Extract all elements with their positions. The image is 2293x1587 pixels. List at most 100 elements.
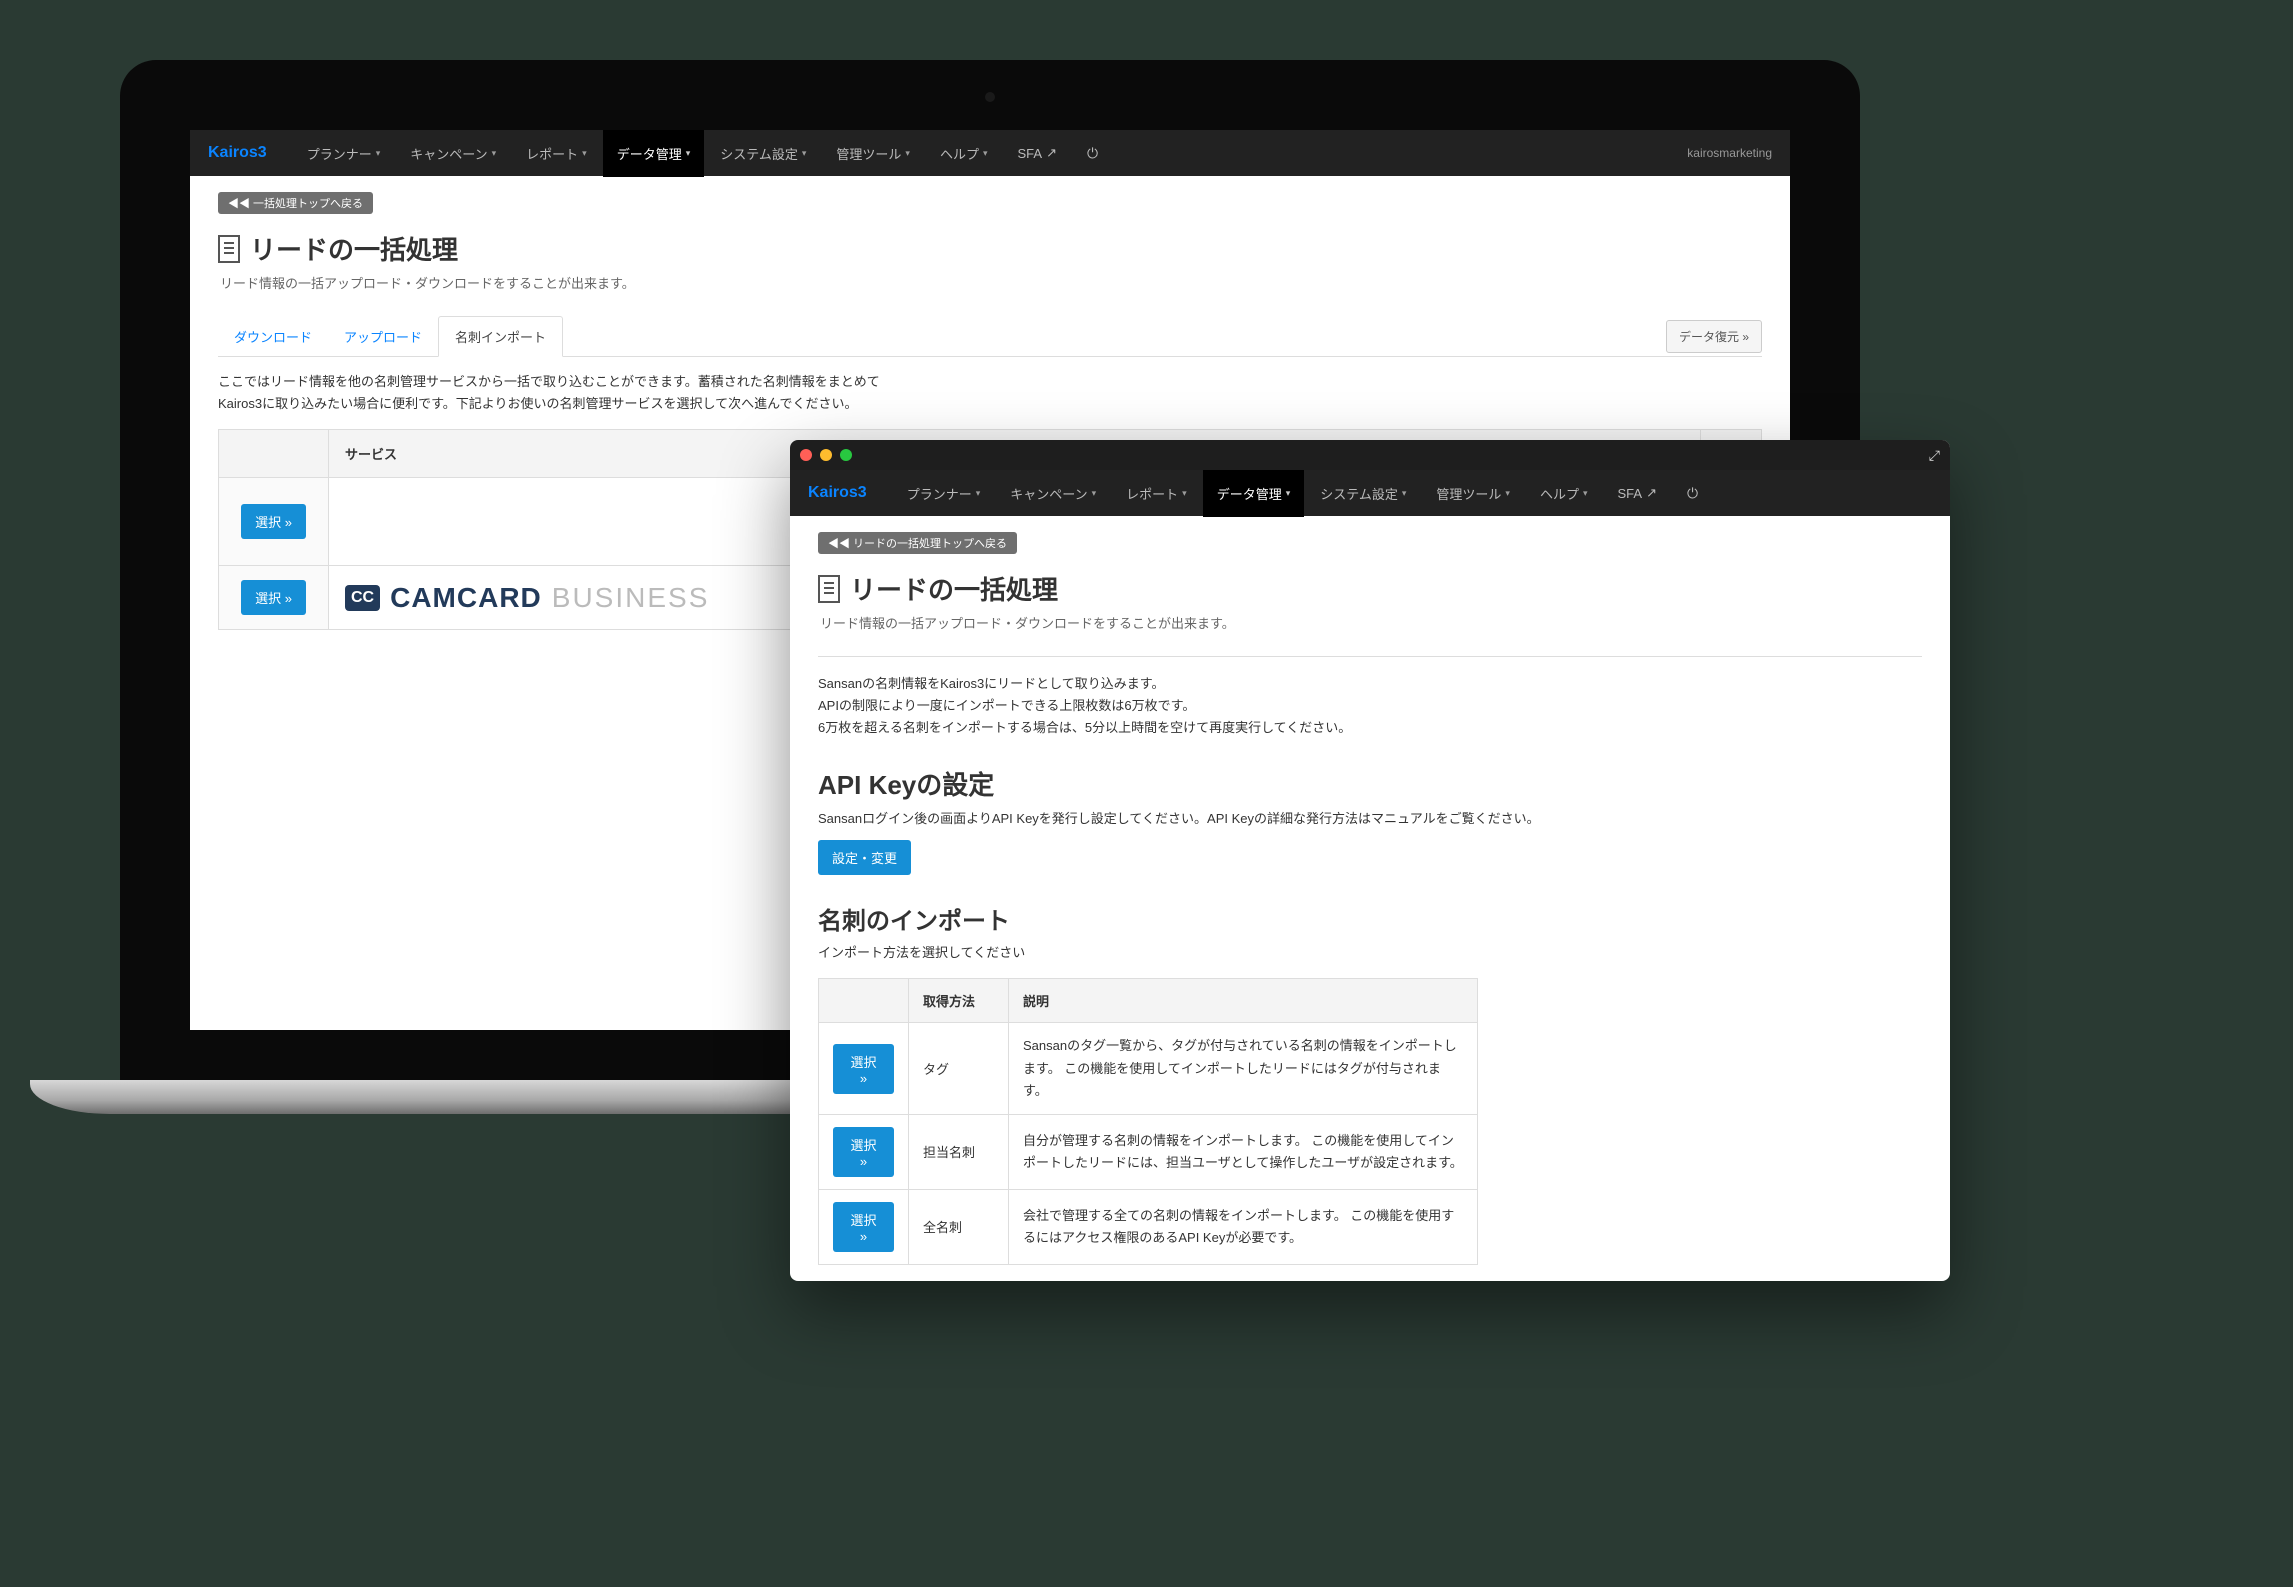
th-desc: 説明 bbox=[1009, 979, 1478, 1023]
external-link-icon: ↗ bbox=[1646, 485, 1657, 501]
nav-label: プランナー bbox=[307, 144, 372, 163]
chevron-down-icon: ▾ bbox=[976, 488, 981, 499]
tab-upload[interactable]: アップロード bbox=[328, 317, 438, 356]
import-heading: 名刺のインポート bbox=[818, 901, 1922, 936]
nav-report[interactable]: レポート ▾ bbox=[512, 130, 601, 177]
chevron-down-icon: ▾ bbox=[983, 148, 988, 159]
document-icon bbox=[818, 575, 840, 603]
nav-label: キャンペーン bbox=[1010, 484, 1087, 503]
nav-label: 管理ツール bbox=[836, 144, 901, 163]
cc-main: CAMCARD bbox=[390, 582, 542, 614]
divider bbox=[818, 656, 1922, 657]
minimize-icon[interactable] bbox=[820, 449, 832, 461]
notice-line: APIの制限により一度にインポートできる上限枚数は6万枚です。 bbox=[818, 695, 1922, 717]
nav-admin-tools[interactable]: 管理ツール ▾ bbox=[1422, 470, 1524, 517]
zoom-icon[interactable] bbox=[840, 449, 852, 461]
select-tag-button[interactable]: 選択 » bbox=[833, 1044, 894, 1094]
nav-data-mgmt[interactable]: データ管理▾ bbox=[1203, 470, 1305, 517]
notice-line: 6万枚を超える名刺をインポートする場合は、5分以上時間を空けて再度実行してくださ… bbox=[818, 717, 1922, 739]
app-content: ◀◀ リードの一括処理トップへ戻る リードの一括処理 リード情報の一括アップロー… bbox=[790, 516, 1950, 1281]
page-title: リードの一括処理 bbox=[850, 570, 1058, 607]
select-sansan-button[interactable]: 選択 » bbox=[241, 504, 306, 539]
nav-label: システム設定 bbox=[720, 144, 798, 163]
tab-download[interactable]: ダウンロード bbox=[218, 317, 328, 356]
method-desc: 自分が管理する名刺の情報をインポートします。 この機能を使用してインポートしたリ… bbox=[1009, 1114, 1478, 1189]
nav-report[interactable]: レポート▾ bbox=[1112, 470, 1201, 517]
chevron-down-icon: ▾ bbox=[1583, 488, 1588, 499]
nav-power[interactable]: ⏻ bbox=[1073, 131, 1112, 176]
nav-help[interactable]: ヘルプ▾ bbox=[1526, 470, 1602, 517]
chevron-down-icon: ▾ bbox=[1402, 488, 1407, 499]
import-sub: インポート方法を選択してください bbox=[818, 942, 1922, 964]
nav-sfa[interactable]: SFA ↗ bbox=[1003, 131, 1070, 175]
power-icon: ⏻ bbox=[1687, 485, 1698, 502]
api-key-config-button[interactable]: 設定・変更 bbox=[818, 840, 911, 875]
nav-campaign[interactable]: キャンペーン ▾ bbox=[396, 130, 510, 177]
brand-logo[interactable]: Kairos3 bbox=[808, 484, 867, 502]
chevron-down-icon: ▾ bbox=[905, 148, 910, 159]
table-row: 選択 » 全名刺 会社で管理する全ての名刺の情報をインポートします。 この機能を… bbox=[819, 1189, 1478, 1264]
tab-bizcard-import[interactable]: 名刺インポート bbox=[438, 316, 563, 357]
select-all-button[interactable]: 選択 » bbox=[833, 1202, 894, 1252]
nav-label: 管理ツール bbox=[1436, 484, 1501, 503]
power-icon: ⏻ bbox=[1087, 145, 1098, 162]
chevron-down-icon: ▾ bbox=[1092, 488, 1097, 499]
notice-line: Sansanの名刺情報をKairos3にリードとして取り込みます。 bbox=[818, 673, 1922, 695]
tab-bar: ダウンロード アップロード 名刺インポート データ復元 » bbox=[218, 316, 1762, 357]
chevron-down-icon: ▾ bbox=[686, 148, 691, 159]
floating-window: ⤢ Kairos3 プランナー▾ キャンペーン▾ レポート▾ データ管理▾ シス… bbox=[790, 440, 1950, 1281]
traffic-lights bbox=[800, 449, 852, 461]
api-key-desc: Sansanログイン後の画面よりAPI Keyを発行し設定してください。API … bbox=[818, 808, 1922, 830]
nav-campaign[interactable]: キャンペーン ▾ bbox=[996, 470, 1110, 517]
nav-system[interactable]: システム設定 ▾ bbox=[1306, 470, 1420, 517]
brand-logo[interactable]: Kairos3 bbox=[208, 144, 267, 162]
nav-help[interactable]: ヘルプ ▾ bbox=[926, 130, 1002, 177]
expand-icon[interactable]: ⤢ bbox=[1929, 447, 1940, 464]
document-icon bbox=[218, 235, 240, 263]
table-row: 選択 » タグ Sansanのタグ一覧から、タグが付与されている名刺の情報をイン… bbox=[819, 1023, 1478, 1114]
method-name: タグ bbox=[909, 1023, 1009, 1114]
page-subtitle: リード情報の一括アップロード・ダウンロードをすることが出来ます。 bbox=[820, 613, 1922, 632]
nav-label: データ管理 bbox=[617, 144, 682, 163]
nav-label: ヘルプ bbox=[940, 144, 979, 163]
nav-label: レポート bbox=[526, 144, 578, 163]
back-link[interactable]: ◀◀ 一括処理トップへ戻る bbox=[218, 192, 373, 214]
chevron-down-icon: ▾ bbox=[1182, 488, 1187, 499]
data-restore-button[interactable]: データ復元 » bbox=[1666, 320, 1762, 353]
import-method-table: 取得方法 説明 選択 » タグ Sansanのタグ一覧から、タグが付与されている… bbox=[818, 978, 1478, 1264]
nav-label: システム設定 bbox=[1320, 484, 1398, 503]
nav-planner[interactable]: プランナー ▾ bbox=[893, 470, 995, 517]
select-owned-button[interactable]: 選択 » bbox=[833, 1127, 894, 1177]
external-link-icon: ↗ bbox=[1046, 145, 1057, 161]
nav-label: SFA bbox=[1017, 146, 1042, 161]
top-nav: Kairos3 プランナー▾ キャンペーン▾ レポート▾ データ管理▾ システム… bbox=[790, 470, 1950, 516]
nav-data-mgmt[interactable]: データ管理 ▾ bbox=[603, 130, 705, 177]
th-method: 取得方法 bbox=[909, 979, 1009, 1023]
camera-dot bbox=[985, 92, 995, 102]
select-camcard-button[interactable]: 選択 » bbox=[241, 580, 306, 615]
nav-system[interactable]: システム設定 ▾ bbox=[706, 130, 820, 177]
nav-sfa[interactable]: SFA ↗ bbox=[1603, 471, 1670, 515]
nav-label: プランナー bbox=[907, 484, 972, 503]
cc-badge: CC bbox=[345, 585, 380, 611]
top-nav: Kairos3 プランナー ▾ キャンペーン ▾ レポート ▾ データ管理 ▾ システム… bbox=[190, 130, 1790, 176]
close-icon[interactable] bbox=[800, 449, 812, 461]
page-title: リードの一括処理 bbox=[250, 230, 458, 267]
chevron-down-icon: ▾ bbox=[1505, 488, 1510, 499]
chevron-down-icon: ▾ bbox=[492, 148, 497, 159]
chevron-down-icon: ▾ bbox=[582, 148, 587, 159]
method-desc: Sansanのタグ一覧から、タグが付与されている名刺の情報をインポートします。 … bbox=[1009, 1023, 1478, 1114]
window-titlebar[interactable]: ⤢ bbox=[790, 440, 1950, 470]
intro-text-2: Kairos3に取り込みたい場合に便利です。下記よりお使いの名刺管理サービスを選… bbox=[218, 393, 1762, 415]
nav-planner[interactable]: プランナー ▾ bbox=[293, 130, 395, 177]
account-name[interactable]: kairosmarketing bbox=[1687, 146, 1772, 160]
cc-sub: BUSINESS bbox=[552, 582, 710, 614]
nav-admin-tools[interactable]: 管理ツール ▾ bbox=[822, 130, 924, 177]
nav-label: データ管理 bbox=[1217, 484, 1282, 503]
back-link[interactable]: ◀◀ リードの一括処理トップへ戻る bbox=[818, 532, 1017, 554]
nav-label: キャンペーン bbox=[410, 144, 487, 163]
chevron-down-icon: ▾ bbox=[802, 148, 807, 159]
chevron-down-icon: ▾ bbox=[376, 148, 381, 159]
nav-power[interactable]: ⏻ bbox=[1673, 471, 1712, 516]
nav-label: SFA bbox=[1617, 486, 1642, 501]
